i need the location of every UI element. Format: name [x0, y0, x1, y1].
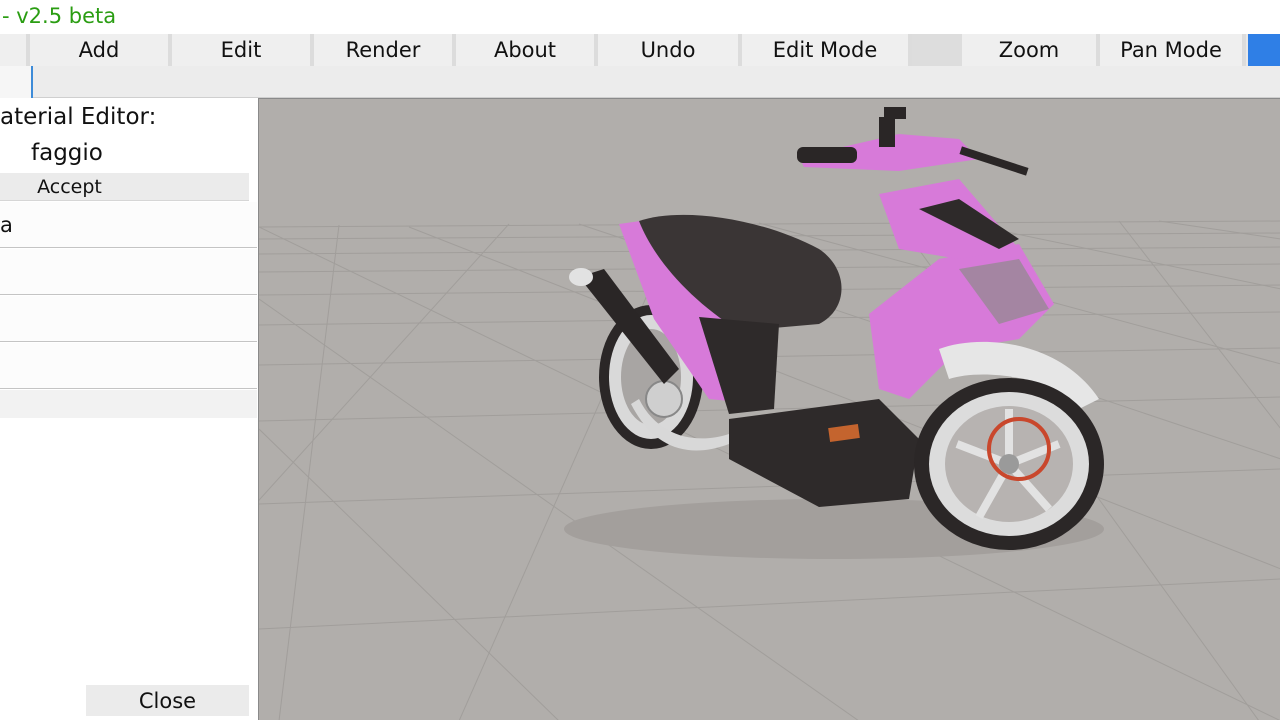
menu-add-button[interactable]: Add [30, 34, 172, 66]
material-name: faggio [31, 140, 103, 166]
close-button[interactable]: Close [86, 685, 249, 716]
material-editor-panel: aterial Editor: faggio Accept a Close [0, 98, 257, 720]
title-bar: - v2.5 beta [0, 0, 1280, 34]
3d-viewport[interactable] [258, 98, 1280, 720]
material-property-row[interactable] [0, 390, 257, 418]
material-property-label: a [0, 212, 13, 237]
material-property-row[interactable] [0, 249, 257, 295]
material-property-row[interactable]: a [0, 202, 257, 248]
menu-spacer [912, 34, 962, 66]
menu-edit-button[interactable]: Edit [172, 34, 314, 66]
sub-toolbar [0, 66, 1280, 98]
material-property-row[interactable] [0, 343, 257, 389]
panel-title: aterial Editor: [0, 104, 157, 130]
menu-zoom-button[interactable]: Zoom [962, 34, 1100, 66]
accept-button-label: Accept [37, 175, 102, 198]
menu-pan-mode-button[interactable]: Pan Mode [1100, 34, 1246, 66]
menu-render-button[interactable]: Render [314, 34, 456, 66]
menu-active-mode-button[interactable] [1248, 34, 1280, 66]
menu-undo-button[interactable]: Undo [598, 34, 742, 66]
floorboard [729, 399, 919, 507]
menu-edit-mode-button[interactable]: Edit Mode [742, 34, 912, 66]
viewport-scene [259, 107, 1280, 720]
window-title: - v2.5 beta [2, 4, 117, 28]
menu-bar: Add Edit Render About Undo Edit Mode Zoo… [0, 34, 1280, 66]
sub-toolbar-tab[interactable] [0, 66, 33, 98]
material-property-row[interactable] [0, 296, 257, 342]
menu-overflow-button[interactable] [0, 34, 30, 66]
accept-button[interactable]: Accept [0, 173, 249, 201]
menu-about-button[interactable]: About [456, 34, 598, 66]
scooter-model[interactable] [569, 107, 1104, 550]
